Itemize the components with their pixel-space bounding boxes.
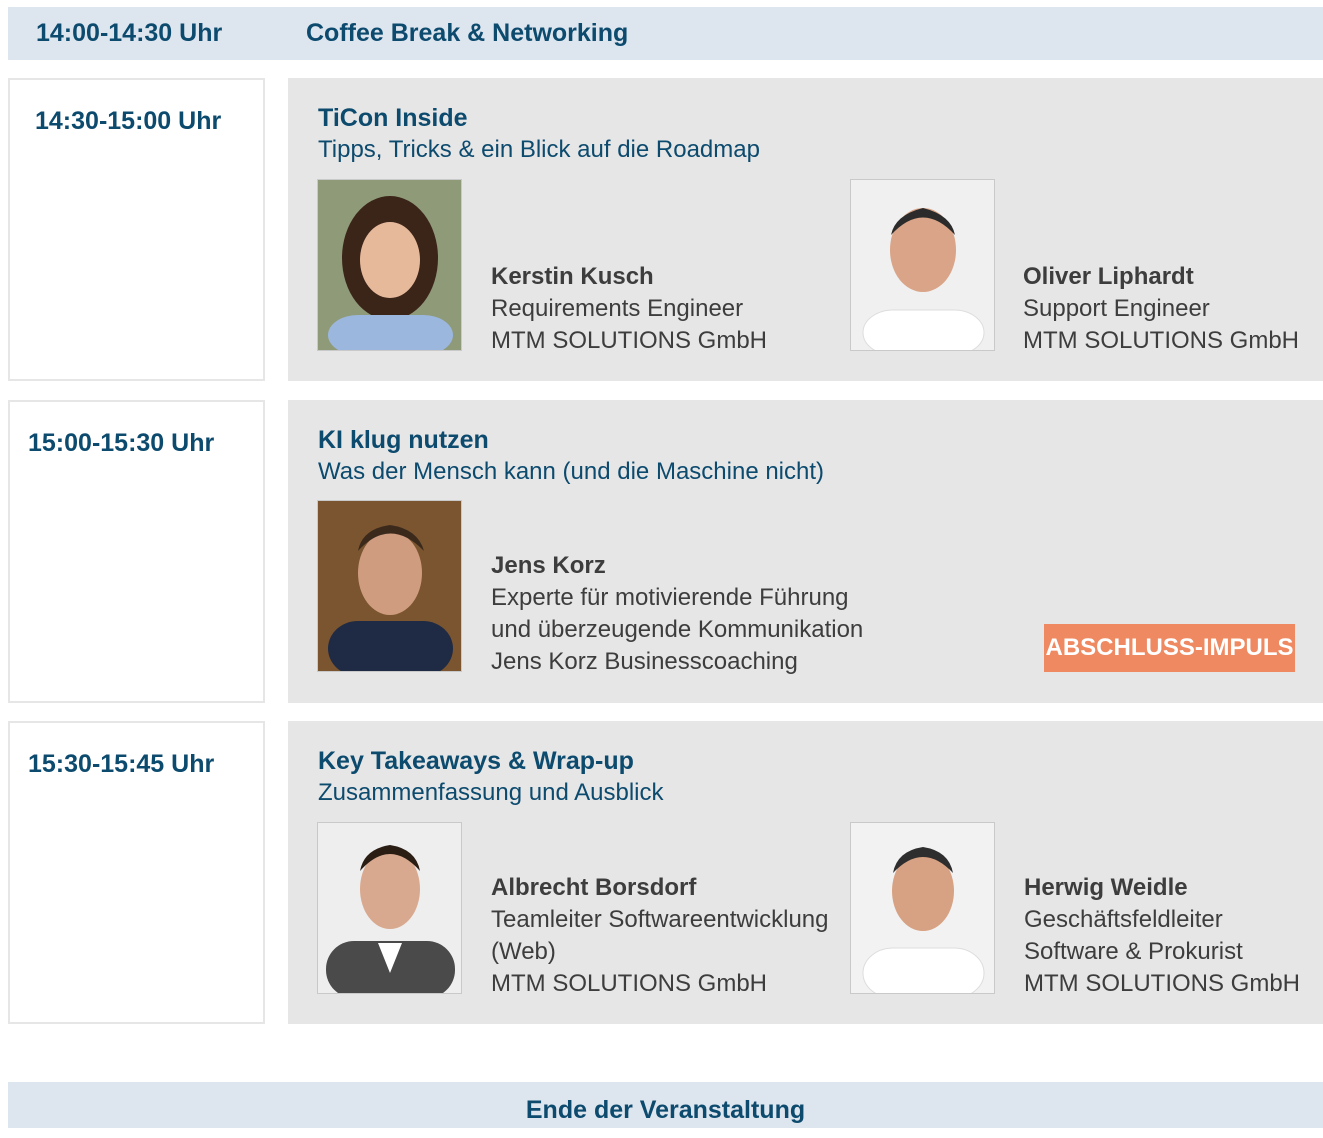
coffee-break-band: 14:00-14:30 Uhr Coffee Break & Networkin… bbox=[8, 7, 1323, 60]
speaker-name: Kerstin Kusch bbox=[491, 263, 654, 290]
speaker-info: Herwig Weidle Geschäftsfeldleiter Softwa… bbox=[1024, 872, 1300, 1000]
session-time: 15:00-15:30 Uhr bbox=[28, 429, 215, 457]
session-subtitle: Zusammenfassung und Ausblick bbox=[318, 779, 664, 806]
coffee-break-label: Coffee Break & Networking bbox=[306, 19, 629, 47]
speaker-role-line: Teamleiter Softwareentwicklung bbox=[491, 906, 829, 933]
closing-impulse-badge: ABSCHLUSS-IMPULS bbox=[1044, 624, 1295, 672]
session-title: TiCon Inside bbox=[318, 104, 468, 132]
speaker-company: MTM SOLUTIONS GmbH bbox=[491, 970, 768, 997]
coffee-break-time: 14:00-14:30 Uhr bbox=[36, 19, 223, 47]
session-subtitle: Tipps, Tricks & ein Blick auf die Roadma… bbox=[318, 136, 760, 163]
session-time: 15:30-15:45 Uhr bbox=[28, 750, 215, 778]
speaker-name: Jens Korz bbox=[491, 552, 606, 579]
speaker-company: MTM SOLUTIONS GmbH bbox=[1023, 327, 1300, 354]
session-panel: TiCon Inside Tipps, Tricks & ein Blick a… bbox=[288, 78, 1323, 381]
session-time-box: 15:00-15:30 Uhr bbox=[8, 400, 265, 703]
speaker-role-line: und überzeugende Kommunikation bbox=[491, 616, 864, 643]
speaker-role-line: Experte für motivierende Führung bbox=[491, 584, 849, 611]
session-title: KI klug nutzen bbox=[318, 426, 489, 454]
speaker-photo bbox=[850, 179, 995, 351]
speaker-company: MTM SOLUTIONS GmbH bbox=[491, 327, 768, 354]
speaker-role: Requirements Engineer bbox=[491, 295, 744, 322]
session-panel: KI klug nutzen Was der Mensch kann (und … bbox=[288, 400, 1323, 703]
session-subtitle: Was der Mensch kann (und die Maschine ni… bbox=[318, 458, 825, 485]
speaker-role-line: Geschäftsfeldleiter bbox=[1024, 906, 1223, 933]
speaker-name: Oliver Liphardt bbox=[1023, 263, 1194, 290]
session-time-box: 15:30-15:45 Uhr bbox=[8, 721, 265, 1024]
speaker-info: Oliver Liphardt Support Engineer MTM SOL… bbox=[1023, 261, 1299, 357]
speaker-info: Kerstin Kusch Requirements Engineer MTM … bbox=[491, 261, 767, 357]
speaker-role-line: (Web) bbox=[491, 938, 556, 965]
speaker-photo bbox=[850, 822, 995, 994]
speaker-role: Support Engineer bbox=[1023, 295, 1210, 322]
speaker-name: Albrecht Borsdorf bbox=[491, 874, 697, 901]
session-title: Key Takeaways & Wrap-up bbox=[318, 747, 634, 775]
session-panel: Key Takeaways & Wrap-up Zusammenfassung … bbox=[288, 721, 1323, 1024]
end-of-event-label: Ende der Veranstaltung bbox=[525, 1096, 806, 1124]
speaker-company: Jens Korz Businesscoaching bbox=[491, 648, 798, 675]
speaker-info: Albrecht Borsdorf Teamleiter Softwareent… bbox=[491, 872, 829, 1000]
speaker-photo bbox=[317, 822, 462, 994]
speaker-info: Jens Korz Experte für motivierende Führu… bbox=[491, 550, 863, 678]
end-of-event-band: Ende der Veranstaltung bbox=[8, 1082, 1323, 1128]
speaker-company: MTM SOLUTIONS GmbH bbox=[1024, 970, 1301, 997]
speaker-photo bbox=[317, 179, 462, 351]
speaker-name: Herwig Weidle bbox=[1024, 874, 1188, 901]
session-time-box: 14:30-15:00 Uhr bbox=[8, 78, 265, 381]
session-time: 14:30-15:00 Uhr bbox=[35, 107, 222, 135]
speaker-role-line: Software & Prokurist bbox=[1024, 938, 1243, 965]
speaker-photo bbox=[317, 500, 462, 672]
